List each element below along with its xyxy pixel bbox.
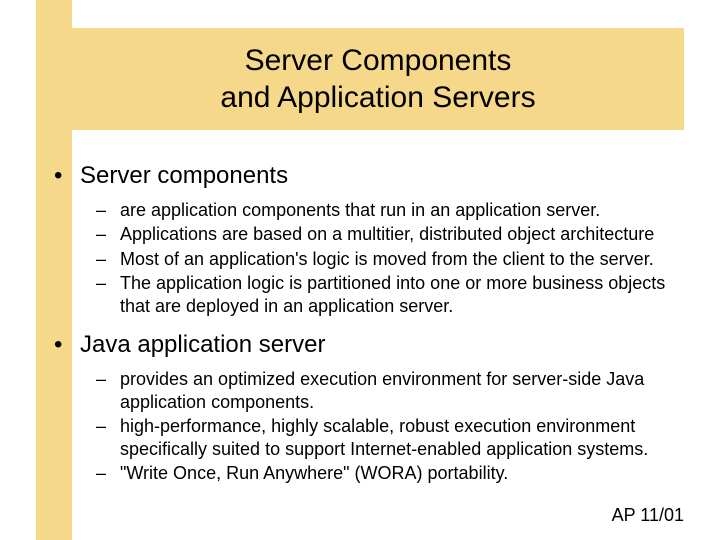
footer-text: AP 11/01 (612, 505, 684, 526)
title-line-1: Server Components (245, 42, 512, 80)
bullet-1-sublist: – are application components that run in… (96, 199, 684, 318)
title-line-2: and Application Servers (220, 79, 535, 117)
bullet-1-label: Server components (80, 162, 288, 191)
sub-text: Applications are based on a multitier, d… (120, 223, 654, 246)
list-item: – "Write Once, Run Anywhere" (WORA) port… (96, 462, 684, 485)
list-item: – provides an optimized execution enviro… (96, 368, 684, 413)
dash-icon: – (96, 369, 120, 390)
dash-icon: – (96, 463, 120, 484)
sub-text: "Write Once, Run Anywhere" (WORA) portab… (120, 462, 508, 485)
bullet-dot-icon: • (54, 333, 80, 357)
dash-icon: – (96, 249, 120, 270)
slide: Server Components and Application Server… (0, 0, 720, 540)
bullet-1: • Server components (54, 162, 684, 191)
title-band: Server Components and Application Server… (36, 28, 684, 130)
sub-text: provides an optimized execution environm… (120, 368, 684, 413)
bullet-2: • Java application server (54, 331, 684, 360)
list-item: – high-performance, highly scalable, rob… (96, 415, 684, 460)
bullet-dot-icon: • (54, 164, 80, 188)
sub-text: Most of an application's logic is moved … (120, 248, 654, 271)
bullet-2-sublist: – provides an optimized execution enviro… (96, 368, 684, 485)
dash-icon: – (96, 273, 120, 294)
list-item: – Applications are based on a multitier,… (96, 223, 684, 246)
sub-text: high-performance, highly scalable, robus… (120, 415, 684, 460)
bullet-2-label: Java application server (80, 331, 325, 360)
dash-icon: – (96, 200, 120, 221)
list-item: – are application components that run in… (96, 199, 684, 222)
dash-icon: – (96, 416, 120, 437)
dash-icon: – (96, 224, 120, 245)
sub-text: The application logic is partitioned int… (120, 272, 684, 317)
list-item: – The application logic is partitioned i… (96, 272, 684, 317)
list-item: – Most of an application's logic is move… (96, 248, 684, 271)
content-area: • Server components – are application co… (54, 154, 684, 487)
sub-text: are application components that run in a… (120, 199, 600, 222)
